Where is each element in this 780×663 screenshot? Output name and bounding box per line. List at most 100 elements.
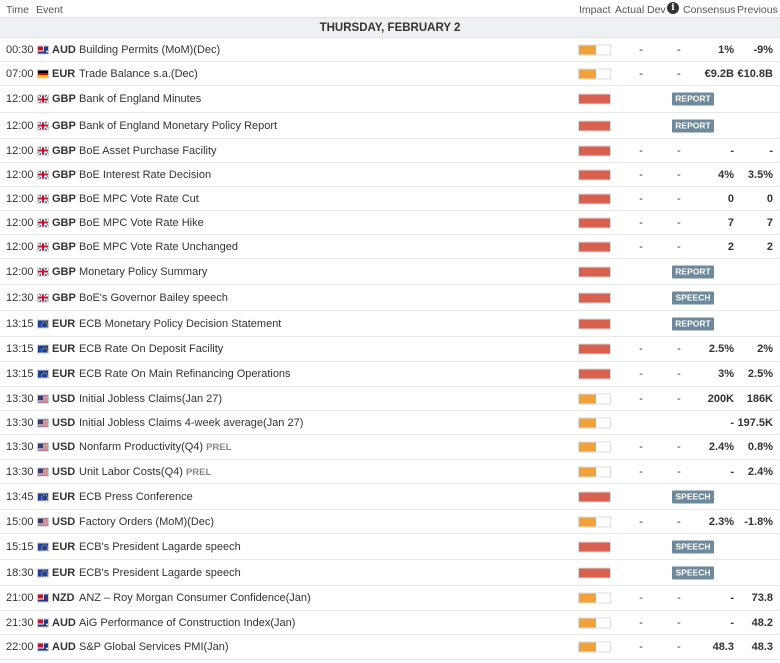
currency-code: USD [52,416,76,429]
table-row[interactable]: 00:30 AUD Building Permits (MoM)(Dec) - - 1% -… [0,38,780,62]
table-row[interactable]: 07:00 EUR Trade Balance s.a.(Dec) - - €9.2B €1… [0,62,780,86]
event-name[interactable]: BoE MPC Vote Rate Hike [79,217,204,229]
table-row[interactable]: 12:00 GBP BoE MPC Vote Rate Hike - - 7 7 [0,211,780,235]
deviation-value: - [677,216,681,229]
table-row[interactable]: 12:00 GBP Bank of England Minutes REPORT [0,86,780,113]
event-name[interactable]: Initial Jobless Claims(Jan 27) [79,393,222,405]
speech-badge[interactable]: SPEECH [672,566,714,579]
event-name[interactable]: ECB's President Lagarde speech [79,567,241,579]
event-name[interactable]: AiG Performance of Construction Index(Ja… [79,617,295,629]
table-row[interactable]: 12:00 GBP BoE MPC Vote Rate Cut - - 0 0 [0,187,780,211]
previous-value: 0.8% [747,441,773,453]
report-badge[interactable]: REPORT [672,119,714,132]
us-flag-icon [37,418,49,427]
currency-code: GBP [52,93,76,105]
consensus-value: 48.3 [712,641,734,653]
speech-badge[interactable]: SPEECH [672,540,714,553]
event-name[interactable]: ECB's President Lagarde speech [79,541,241,553]
currency-code: GBP [52,240,76,253]
currency-code: USD [52,465,76,478]
impact-bar-medium [578,617,611,628]
consensus-value: €9.2B [704,67,734,80]
event-name[interactable]: ECB Press Conference [79,491,193,503]
event-time: 13:30 [6,392,34,405]
table-row[interactable]: 12:00 GBP Bank of England Monetary Policy … [0,113,780,139]
deviation-value: - [677,67,681,80]
event-name[interactable]: S&P Global Services PMI(Jan) [79,641,229,653]
event-name[interactable]: ECB Rate On Main Refinancing Operations [79,368,291,380]
consensus-value: 2.5% [708,343,734,355]
event-name[interactable]: ANZ – Roy Morgan Consumer Confidence(Jan… [79,592,311,604]
actual-value: - [639,67,643,80]
consensus-value: 2 [727,240,734,253]
event-time: 15:00 [6,515,34,528]
table-row[interactable]: 13:30 USD Initial Jobless Claims 4-week av… [0,411,780,435]
table-row[interactable]: 13:15 EUR ECB Rate On Main Refinancing Ope… [0,362,780,387]
table-row[interactable]: 12:00 GBP BoE Interest Rate Decision - - 4% 3.… [0,163,780,187]
consensus-value: - [730,465,734,478]
event-name[interactable]: Bank of England Monetary Policy Report [79,120,277,132]
table-row[interactable]: 21:00 NZD ANZ – Roy Morgan Consumer Confid… [0,586,780,611]
event-name[interactable]: BoE Asset Purchase Facility [79,145,217,157]
event-time: 13:15 [6,343,34,355]
report-badge[interactable]: REPORT [672,317,714,330]
table-row[interactable]: 13:15 EUR ECB Monetary Policy Decision Sta… [0,311,780,337]
info-icon[interactable]: i [667,2,679,14]
currency-code: EUR [52,490,76,503]
table-row[interactable]: 13:45 EUR ECB Press Conference SPEECH [0,484,780,510]
event-time: 13:30 [6,465,34,478]
event-name[interactable]: Initial Jobless Claims 4-week average(Ja… [79,417,303,429]
table-row[interactable]: 12:00 GBP BoE MPC Vote Rate Unchanged - - 2 2 [0,235,780,259]
actual-value: - [639,641,643,653]
event-name[interactable]: Unit Labor Costs(Q4) PREL [79,466,211,478]
table-row[interactable]: 12:30 GBP BoE's Governor Bailey speech SPEE… [0,285,780,311]
table-row[interactable]: 15:15 EUR ECB's President Lagarde speech SP… [0,534,780,560]
event-name[interactable]: BoE Interest Rate Decision [79,169,211,181]
table-row[interactable]: 13:30 USD Nonfarm Productivity(Q4) PREL - - 2.… [0,435,780,460]
currency-code: GBP [52,265,76,278]
table-row[interactable]: 18:30 EUR ECB's President Lagarde speech SP… [0,560,780,586]
currency-code: NZD [52,592,75,604]
table-row[interactable]: 12:00 GBP Monetary Policy Summary REPORT [0,259,780,285]
report-badge[interactable]: REPORT [672,92,714,106]
event-name[interactable]: Bank of England Minutes [79,93,201,105]
previous-value: 73.8 [751,592,773,604]
event-name[interactable]: Factory Orders (MoM)(Dec) [79,516,214,528]
impact-bar-high [578,266,611,277]
table-row[interactable]: 21:30 AUD AiG Performance of Construction … [0,611,780,635]
impact-bar-high [578,343,611,355]
deviation-value: - [677,192,681,205]
speech-badge[interactable]: SPEECH [672,291,714,304]
table-row[interactable]: 13:15 EUR ECB Rate On Deposit Facility - - 2.… [0,337,780,362]
event-name[interactable]: Monetary Policy Summary [79,266,207,278]
event-name[interactable]: ECB Rate On Deposit Facility [79,343,223,355]
event-name[interactable]: BoE's Governor Bailey speech [79,292,228,304]
speech-badge[interactable]: SPEECH [672,490,714,503]
event-name[interactable]: Nonfarm Productivity(Q4) PREL [79,441,231,453]
report-badge[interactable]: REPORT [672,265,714,278]
table-row[interactable]: 12:00 GBP BoE Asset Purchase Facility - - - - [0,139,780,163]
deviation-value: - [677,240,681,253]
event-name[interactable]: ECB Monetary Policy Decision Statement [79,318,281,330]
table-row[interactable]: 13:30 USD Unit Labor Costs(Q4) PREL - - -2.4% [0,460,780,484]
event-time: 13:15 [6,368,34,380]
actual-value: - [639,343,643,355]
eu-flag-icon [37,492,49,501]
event-name[interactable]: Building Permits (MoM)(Dec) [79,44,220,56]
impact-bar-high [578,145,611,156]
event-name[interactable]: Trade Balance s.a.(Dec) [79,68,198,80]
actual-value: - [639,43,643,56]
currency-code: GBP [52,168,76,181]
event-time: 07:00 [6,67,34,80]
event-name[interactable]: BoE MPC Vote Rate Unchanged [79,241,238,253]
table-row[interactable]: 22:00 AUD S&P Global Services PMI(Jan) - - 48… [0,635,780,660]
currency-code: USD [52,515,76,528]
table-row[interactable]: 13:30 USD Initial Jobless Claims(Jan 27) - -… [0,387,780,411]
deviation-value: - [677,616,681,629]
impact-bar-high [578,318,611,329]
table-row[interactable]: 15:00 USD Factory Orders (MoM)(Dec) - - 2.3% -… [0,510,780,534]
impact-bar-medium [578,592,611,604]
impact-bar-high [578,368,611,380]
event-name[interactable]: BoE MPC Vote Rate Cut [79,193,199,205]
deviation-value: - [677,441,681,453]
